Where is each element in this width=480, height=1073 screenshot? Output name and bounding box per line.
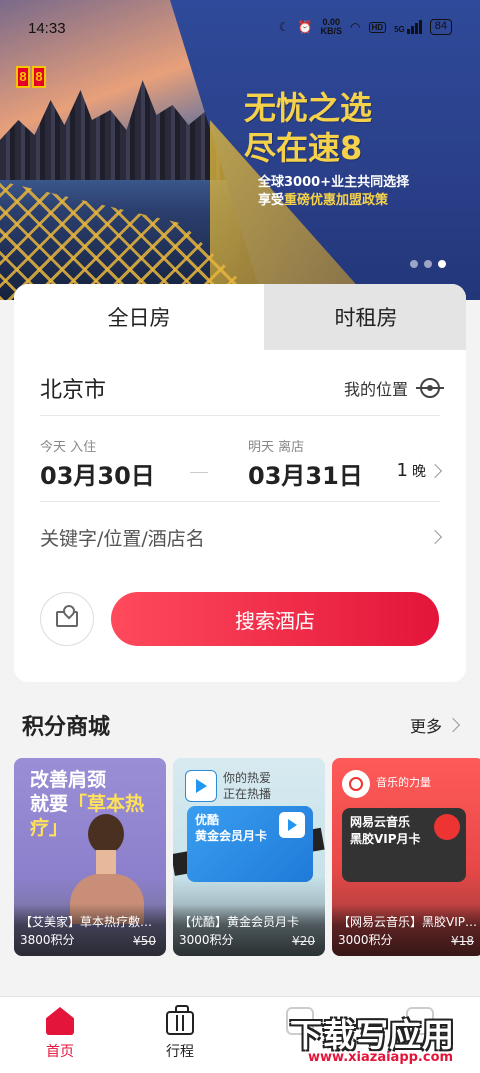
chevron-right-icon [427,529,443,545]
checkout-label: 明天 离店 [248,440,305,455]
net-speed-unit: KB/S [320,26,343,36]
carousel-dot[interactable] [424,260,432,268]
signal-5g: 5G [394,20,422,34]
chevron-right-icon [445,717,461,733]
product-original-price: ¥18 [451,934,474,948]
nav-item-4-icon [406,1007,434,1035]
signal-bars-icon [406,20,422,34]
youku-logo-icon [185,770,217,802]
product-card[interactable]: 改善肩颈 就要「草本热疗」 【艾美家】草本热疗敷颈... 3800积分 ¥50 [14,758,166,956]
my-location-button[interactable]: 我的位置 [343,376,444,400]
date-row[interactable]: 今天 入住 03月30日 明天 离店 03月31日 1晚 [40,416,443,502]
netease-music-logo-icon [342,770,370,798]
nav-trips-label: 行程 [166,1044,194,1060]
play-icon [279,812,305,838]
music-icon [434,814,460,840]
vip-card-art: 网易云音乐 黑胶VIP月卡 [342,808,466,882]
product-list: 改善肩颈 就要「草本热疗」 【艾美家】草本热疗敷颈... 3800积分 ¥50 … [14,758,480,958]
nav-trips[interactable]: 行程 [140,1005,220,1061]
product-slogan: 你的热爱 正在热播 [223,770,271,802]
product-name: 【艾美家】草本热疗敷颈... [20,915,160,929]
date-separator [190,472,208,473]
keyword-search-field[interactable]: 关键字/位置/酒店名 [40,502,443,572]
nav-item-3-icon [286,1007,314,1035]
nights-number: 1 [396,460,408,481]
product-points: 3000积分 [179,933,234,947]
checkout-date[interactable]: 03月31日 [248,456,363,491]
more-label: 更多 [409,717,442,736]
product-slogan-line1: 你的热爱 [223,771,272,785]
product-card[interactable]: 你的热爱 正在热播 优酷 黄金会员月卡 【优酷】黄金会员月卡 3000积分 ¥2… [173,758,325,956]
booking-card: 全日房 时租房 北京市 我的位置 今天 入住 03月30日 明天 离店 03月3… [14,284,466,682]
nights-unit: 晚 [412,463,426,480]
bottom-nav: 首页 行程 [0,996,480,1073]
vip-card-art: 优酷 黄金会员月卡 [187,806,313,882]
wifi-icon: ◠ [350,20,361,34]
product-name: 【优酷】黄金会员月卡 [179,915,300,929]
checkin-label: 今天 入住 [40,440,97,455]
points-mall-title: 积分商城 [22,715,111,740]
tab-hourly[interactable]: 时租房 [249,284,466,350]
search-hotel-button[interactable]: 搜索酒店 [111,592,439,646]
banner-sub-prefix: 享受 [258,193,285,208]
city-name[interactable]: 北京市 [40,372,106,404]
keyword-placeholder: 关键字/位置/酒店名 [40,527,205,550]
nights-count: 1晚 [396,460,443,481]
banner-subtitle: 全球3000+业主共同选择 享受重磅优惠加盟政策 [258,174,409,210]
super8-logo: 8 8 [16,66,46,88]
battery-icon: 84 [429,19,452,35]
product-art-line1: 改善肩颈 [30,769,107,791]
product-art-prefix: 就要 [30,793,69,815]
banner-sub-line1: 全球3000+业主共同选择 [258,175,410,190]
carousel-dot-active[interactable] [438,260,446,268]
product-points: 3000积分 [338,933,393,947]
my-location-label: 我的位置 [343,379,408,399]
nav-home-label: 首页 [46,1044,74,1060]
points-mall-header: 积分商城 更多 [22,708,461,742]
product-card[interactable]: 音乐的力量 网易云音乐 黑胶VIP月卡 【网易云音乐】黑胶VIP月卡 3000积… [332,758,480,956]
city-row[interactable]: 北京市 我的位置 [40,360,444,416]
banner-headline-line2: 尽在速8 [244,129,363,167]
banner-headline-line1: 无忧之选 [244,89,373,127]
nav-item-4[interactable] [380,1007,460,1035]
net-speed: 0.00 KB/S [321,18,343,36]
banner-city-skyline [0,80,230,180]
chevron-right-icon [427,463,443,478]
home-icon [46,1007,74,1035]
moon-icon: ☾ [278,20,290,34]
luggage-icon [166,1005,194,1035]
hd-icon: HD [368,21,387,33]
product-original-price: ¥20 [292,934,315,948]
banner-sub-highlight: 重磅优惠加盟政策 [284,193,389,208]
carousel-dot[interactable] [410,260,418,268]
product-original-price: ¥50 [133,934,156,948]
status-bar: 14:33 ☾ ⏰ 0.00 KB/S ◠ HD 5G 84 [0,0,480,56]
banner-sub-line2: 享受重磅优惠加盟政策 [258,192,409,210]
product-slogan: 音乐的力量 [376,776,431,789]
room-type-tabs: 全日房 时租房 [14,284,466,350]
status-time: 14:33 [28,20,66,37]
nav-home[interactable]: 首页 [20,1007,100,1061]
more-link[interactable]: 更多 [409,713,461,737]
logo-digit-1: 8 [16,66,30,88]
locate-icon [416,377,444,398]
product-slogan-line2: 正在热播 [223,787,272,801]
carousel-dots [410,260,446,268]
signal-5g-label: 5G [394,25,405,34]
product-name: 【网易云音乐】黑胶VIP月卡 [338,915,478,929]
checkin-date[interactable]: 03月30日 [40,456,155,491]
status-icons: ☾ ⏰ 0.00 KB/S ◠ HD 5G 84 [279,18,452,36]
nav-item-3[interactable] [260,1007,340,1035]
product-points: 3800积分 [20,933,75,947]
map-search-button[interactable] [40,592,94,646]
map-pin-icon [56,611,78,627]
alarm-icon: ⏰ [297,20,313,34]
tab-full-day[interactable]: 全日房 [14,284,264,350]
logo-digit-2: 8 [32,66,46,88]
banner-headline: 无忧之选 尽在速8 [244,88,372,168]
